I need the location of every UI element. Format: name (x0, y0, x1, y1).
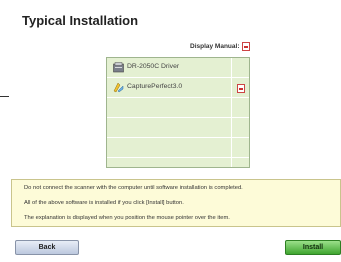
info-box: Do not connect the scanner with the comp… (11, 179, 341, 227)
info-line: Do not connect the scanner with the comp… (24, 185, 243, 191)
install-button[interactable]: Install (285, 240, 341, 255)
page-title: Typical Installation (22, 13, 139, 28)
pdf-icon[interactable] (237, 84, 245, 93)
component-row-driver[interactable]: DR-2050C Driver (107, 58, 249, 78)
column-divider (231, 118, 232, 137)
component-row-empty (107, 98, 249, 118)
display-manual-header: Display Manual: (190, 42, 251, 51)
captureperfect-icon (113, 82, 124, 93)
component-row-captureperfect[interactable]: CapturePerfect3.0 (107, 78, 249, 98)
component-row-empty (107, 138, 249, 158)
component-row-empty (107, 118, 249, 138)
column-divider (231, 138, 232, 157)
column-divider (231, 78, 232, 97)
column-divider (231, 158, 232, 167)
pdf-icon[interactable] (242, 42, 251, 51)
component-label: CapturePerfect3.0 (127, 83, 183, 90)
info-line: All of the above software is installed i… (24, 200, 184, 206)
column-divider (231, 58, 232, 77)
component-label: DR-2050C Driver (127, 63, 180, 70)
display-manual-label: Display Manual: (190, 43, 240, 50)
scanner-driver-icon (113, 62, 124, 73)
component-row-empty (107, 158, 249, 167)
info-line: The explanation is displayed when you po… (24, 215, 230, 221)
back-button[interactable]: Back (15, 240, 79, 255)
component-table: DR-2050C Driver CapturePerfect3.0 (106, 57, 250, 168)
column-divider (231, 98, 232, 117)
